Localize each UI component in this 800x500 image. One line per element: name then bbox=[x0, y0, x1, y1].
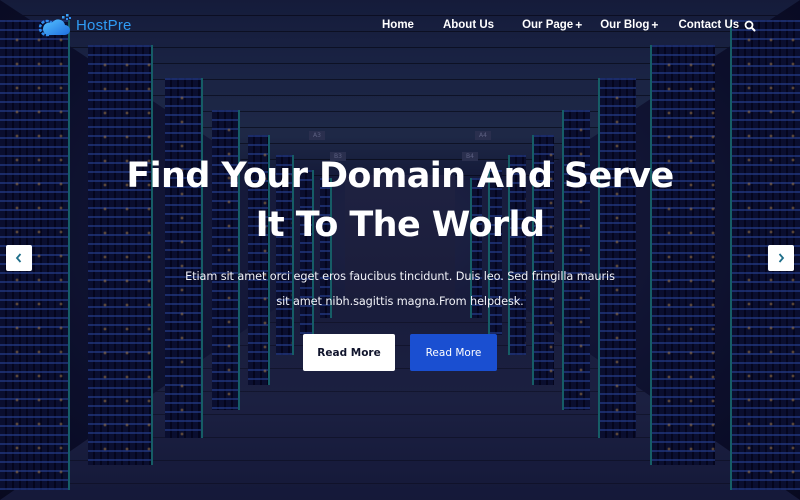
brand-logo[interactable]: HostPre bbox=[38, 12, 132, 38]
hero-slider: A3 A4 B3 B4 bbox=[0, 0, 800, 500]
chevron-left-icon bbox=[15, 253, 22, 263]
hero-description-line-2: sit amet nibh.sagittis magna.From helpde… bbox=[276, 295, 524, 308]
search-icon[interactable] bbox=[744, 17, 758, 32]
read-more-button-secondary[interactable]: Read More bbox=[410, 334, 497, 371]
nav-label: Our Blog bbox=[600, 19, 650, 31]
hero-title-line-1: Find Your Domain And Serve bbox=[126, 156, 674, 196]
plus-icon: + bbox=[575, 18, 583, 32]
hero-title: Find Your Domain And Serve It To The Wor… bbox=[0, 152, 800, 250]
nav-label: About Us bbox=[442, 19, 495, 31]
nav-item-our-page[interactable]: Our Page + bbox=[522, 18, 582, 32]
nav-item-about-us[interactable]: About Us bbox=[443, 18, 494, 32]
site-header: HostPre Home About Us Our Page + Our Blo… bbox=[0, 0, 800, 52]
main-nav: Home About Us Our Page + Our Blog + Cont… bbox=[382, 18, 739, 32]
plus-icon: + bbox=[651, 18, 659, 32]
hero-description: Etiam sit amet orci eget eros faucibus t… bbox=[0, 264, 800, 314]
nav-item-contact-us[interactable]: Contact Us bbox=[678, 18, 739, 32]
hero-title-line-2: It To The World bbox=[255, 205, 545, 245]
hero-description-line-1: Etiam sit amet orci eget eros faucibus t… bbox=[185, 270, 615, 283]
nav-item-home[interactable]: Home bbox=[382, 18, 414, 32]
slider-next-button[interactable] bbox=[768, 245, 794, 271]
cloud-gear-icon bbox=[38, 12, 72, 38]
read-more-button-primary[interactable]: Read More bbox=[303, 334, 395, 371]
nav-label: Contact Us bbox=[678, 19, 740, 31]
nav-item-our-blog[interactable]: Our Blog + bbox=[600, 18, 658, 32]
chevron-right-icon bbox=[778, 253, 785, 263]
slider-prev-button[interactable] bbox=[6, 245, 32, 271]
brand-name: HostPre bbox=[76, 16, 132, 34]
nav-label: Home bbox=[382, 19, 414, 31]
dark-overlay bbox=[0, 0, 800, 500]
nav-label: Our Page bbox=[522, 19, 574, 31]
